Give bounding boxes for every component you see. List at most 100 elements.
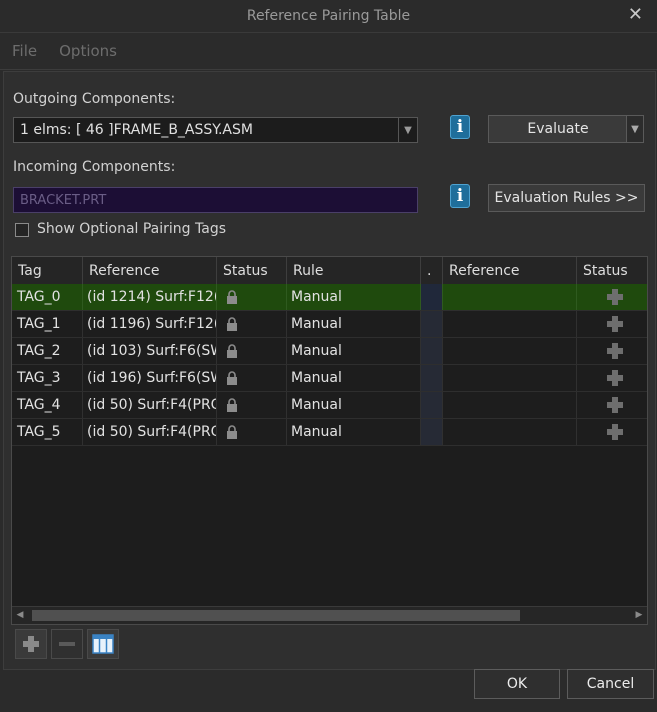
cell-dot[interactable] bbox=[421, 419, 443, 445]
cell-reference[interactable]: (id 1214) Surf:F12(E bbox=[83, 284, 217, 310]
close-icon[interactable]: ✕ bbox=[628, 5, 643, 25]
show-optional-label: Show Optional Pairing Tags bbox=[37, 221, 226, 237]
cell-reference[interactable]: (id 196) Surf:F6(SW bbox=[83, 365, 217, 391]
cell-tag-text: TAG_5 bbox=[17, 424, 61, 440]
show-optional-checkbox[interactable] bbox=[15, 223, 29, 237]
cell-status-2[interactable] bbox=[577, 284, 647, 310]
cell-reference-text: (id 103) Surf:F6(SW bbox=[87, 343, 217, 359]
cell-reference-2[interactable] bbox=[443, 392, 577, 418]
columns-button[interactable] bbox=[87, 629, 119, 659]
remove-icon bbox=[59, 642, 75, 646]
cell-reference-2[interactable] bbox=[443, 338, 577, 364]
cancel-button[interactable]: Cancel bbox=[567, 669, 654, 699]
outgoing-components-dropdown[interactable]: 1 elms: [ 46 ]FRAME_B_ASSY.ASM ▼ bbox=[13, 117, 418, 143]
cell-reference-2[interactable] bbox=[443, 311, 577, 337]
cell-dot[interactable] bbox=[421, 284, 443, 310]
cell-dot[interactable] bbox=[421, 338, 443, 364]
cell-reference[interactable]: (id 50) Surf:F4(PROT bbox=[83, 392, 217, 418]
cell-rule[interactable]: Manual bbox=[287, 284, 421, 310]
cell-rule-text: Manual bbox=[291, 289, 342, 305]
cell-reference-2[interactable] bbox=[443, 419, 577, 445]
cell-tag[interactable]: TAG_5 bbox=[12, 419, 83, 445]
cell-status-2[interactable] bbox=[577, 419, 647, 445]
cell-rule[interactable]: Manual bbox=[287, 419, 421, 445]
column-reference[interactable]: Reference bbox=[83, 257, 217, 284]
scroll-left-icon[interactable]: ◀ bbox=[12, 607, 28, 623]
plus-icon bbox=[607, 370, 623, 386]
cell-rule-text: Manual bbox=[291, 424, 342, 440]
lock-icon bbox=[227, 425, 237, 439]
column-rule[interactable]: Rule bbox=[287, 257, 421, 284]
table-row[interactable]: TAG_2 (id 103) Surf:F6(SW Manual bbox=[12, 338, 647, 365]
cell-tag[interactable]: TAG_0 bbox=[12, 284, 83, 310]
column-status[interactable]: Status bbox=[217, 257, 287, 284]
cell-dot[interactable] bbox=[421, 311, 443, 337]
cell-rule[interactable]: Manual bbox=[287, 311, 421, 337]
cell-status-2[interactable] bbox=[577, 311, 647, 337]
cell-status[interactable] bbox=[217, 365, 287, 391]
table-row[interactable]: TAG_5 (id 50) Surf:F4(PROT Manual bbox=[12, 419, 647, 446]
cell-status[interactable] bbox=[217, 419, 287, 445]
menu-options[interactable]: Options bbox=[59, 42, 117, 60]
cell-status-2[interactable] bbox=[577, 365, 647, 391]
chevron-down-icon[interactable]: ▼ bbox=[398, 118, 417, 142]
plus-icon bbox=[607, 289, 623, 305]
menu-file[interactable]: File bbox=[12, 42, 37, 60]
cell-status[interactable] bbox=[217, 338, 287, 364]
outgoing-label: Outgoing Components: bbox=[13, 91, 176, 107]
chevron-down-icon[interactable]: ▼ bbox=[626, 115, 644, 143]
title-bar: Reference Pairing Table ✕ bbox=[0, 0, 657, 33]
horizontal-scrollbar[interactable]: ◀ ▶ bbox=[12, 606, 647, 624]
scroll-right-icon[interactable]: ▶ bbox=[631, 607, 647, 623]
plus-icon bbox=[607, 424, 623, 440]
cell-rule[interactable]: Manual bbox=[287, 392, 421, 418]
cell-tag[interactable]: TAG_4 bbox=[12, 392, 83, 418]
evaluate-button[interactable]: Evaluate bbox=[488, 115, 628, 143]
cell-reference-2[interactable] bbox=[443, 365, 577, 391]
column-status-2[interactable]: Status bbox=[577, 257, 647, 284]
window-title: Reference Pairing Table bbox=[246, 8, 411, 24]
menu-bar: File Options bbox=[0, 33, 657, 70]
cell-status[interactable] bbox=[217, 311, 287, 337]
cell-reference[interactable]: (id 50) Surf:F4(PROT bbox=[83, 419, 217, 445]
evaluation-rules-button[interactable]: Evaluation Rules >> bbox=[488, 184, 645, 212]
cell-tag-text: TAG_3 bbox=[17, 370, 61, 386]
incoming-components-field[interactable]: BRACKET.PRT bbox=[13, 187, 418, 213]
cell-rule[interactable]: Manual bbox=[287, 365, 421, 391]
cell-tag[interactable]: TAG_1 bbox=[12, 311, 83, 337]
table-row[interactable]: TAG_1 (id 1196) Surf:F12(E Manual bbox=[12, 311, 647, 338]
ok-button[interactable]: OK bbox=[474, 669, 560, 699]
cell-dot[interactable] bbox=[421, 392, 443, 418]
column-tag[interactable]: Tag bbox=[12, 257, 83, 284]
lock-icon bbox=[227, 371, 237, 385]
cell-status[interactable] bbox=[217, 284, 287, 310]
cell-tag[interactable]: TAG_2 bbox=[12, 338, 83, 364]
cell-reference-2[interactable] bbox=[443, 284, 577, 310]
outgoing-value: 1 elms: [ 46 ]FRAME_B_ASSY.ASM bbox=[20, 122, 253, 138]
cell-rule-text: Manual bbox=[291, 343, 342, 359]
column-dot[interactable]: . bbox=[421, 257, 443, 284]
remove-row-button[interactable] bbox=[51, 629, 83, 659]
table-row[interactable]: TAG_4 (id 50) Surf:F4(PROT Manual bbox=[12, 392, 647, 419]
lock-icon bbox=[227, 344, 237, 358]
cell-tag-text: TAG_2 bbox=[17, 343, 61, 359]
cell-tag[interactable]: TAG_3 bbox=[12, 365, 83, 391]
column-reference-2[interactable]: Reference bbox=[443, 257, 577, 284]
cell-reference-text: (id 50) Surf:F4(PROT bbox=[87, 424, 217, 440]
add-row-button[interactable] bbox=[15, 629, 47, 659]
table-row[interactable]: TAG_3 (id 196) Surf:F6(SW Manual bbox=[12, 365, 647, 392]
cell-dot[interactable] bbox=[421, 365, 443, 391]
plus-icon bbox=[607, 343, 623, 359]
cell-reference[interactable]: (id 1196) Surf:F12(E bbox=[83, 311, 217, 337]
cell-status-2[interactable] bbox=[577, 392, 647, 418]
cell-status[interactable] bbox=[217, 392, 287, 418]
cell-rule[interactable]: Manual bbox=[287, 338, 421, 364]
incoming-value: BRACKET.PRT bbox=[20, 192, 107, 208]
info-icon[interactable]: i bbox=[450, 184, 470, 208]
cell-reference[interactable]: (id 103) Surf:F6(SW bbox=[83, 338, 217, 364]
info-icon[interactable]: i bbox=[450, 115, 470, 139]
plus-icon bbox=[607, 397, 623, 413]
table-row[interactable]: TAG_0 (id 1214) Surf:F12(E Manual bbox=[12, 284, 647, 311]
scrollbar-thumb[interactable] bbox=[32, 610, 520, 621]
cell-status-2[interactable] bbox=[577, 338, 647, 364]
